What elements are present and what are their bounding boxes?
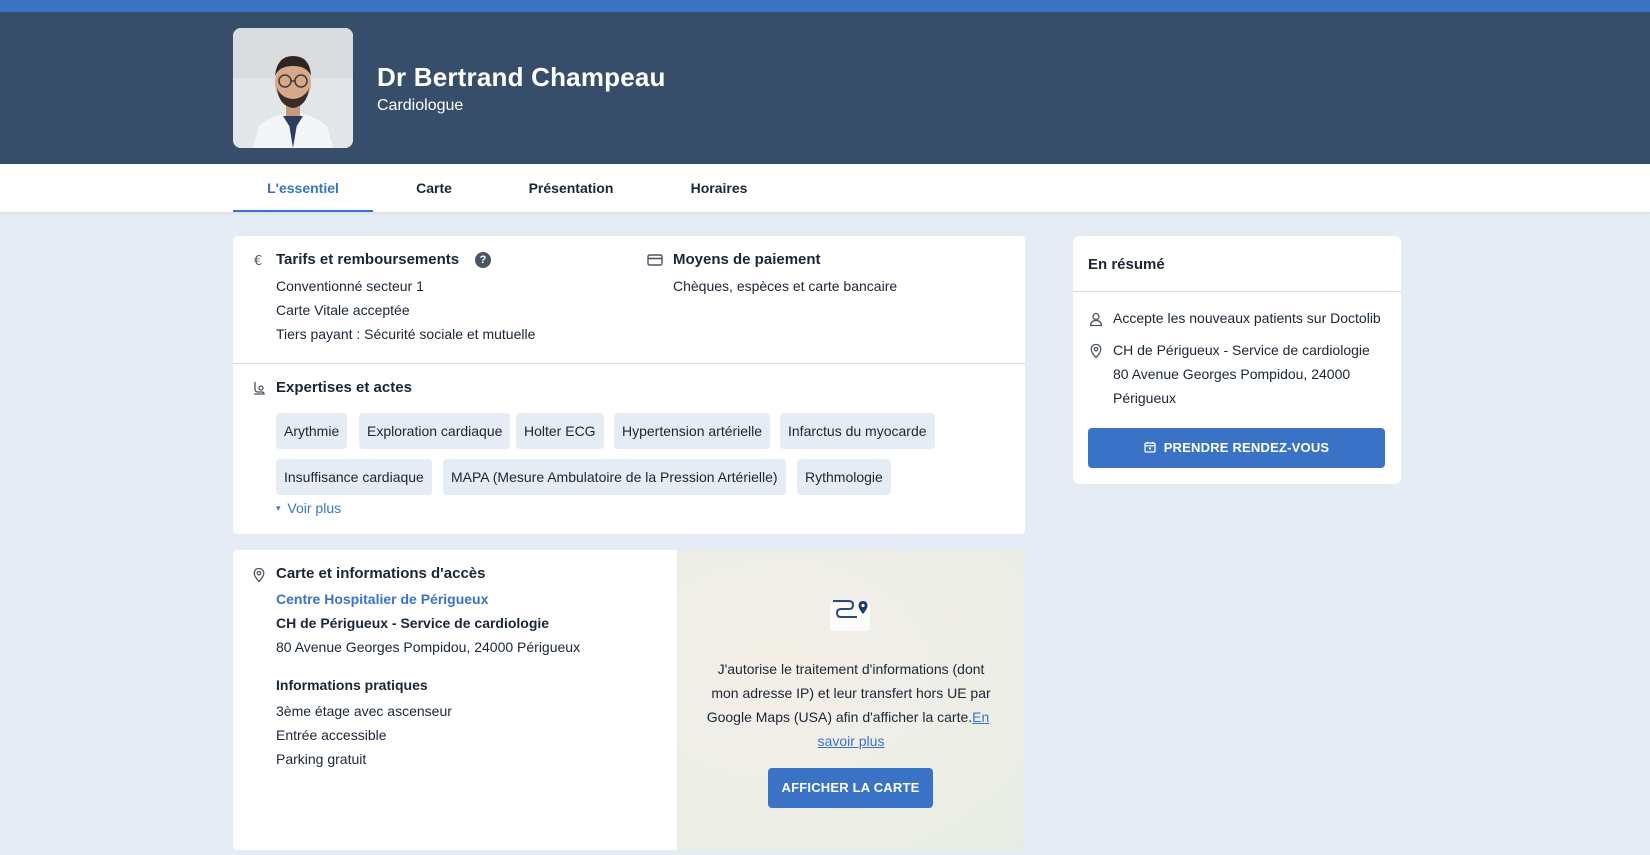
address-text: 80 Avenue Georges Pompidou, 24000 Périgu… — [276, 639, 581, 655]
paiement-title: Moyens de paiement — [673, 251, 821, 268]
expertise-chip: Rythmologie — [797, 459, 891, 495]
practical-info-item: Parking gratuit — [276, 751, 367, 767]
profile-tabs: L'essentiel Carte Présentation Horaires — [0, 164, 1650, 212]
hand-stethoscope-icon — [254, 382, 265, 395]
profile-header: Dr Bertrand Champeau Cardiologue — [0, 12, 1650, 164]
user-icon — [1089, 312, 1103, 327]
map-consent-panel: J'autorise le traitement d'informations … — [677, 550, 1025, 850]
learn-more-link-cont[interactable]: savoir plus — [818, 733, 885, 749]
tab-horaires[interactable]: Horaires — [647, 164, 791, 212]
practical-info-item: 3ème étage avec ascenseur — [276, 703, 452, 719]
location-pin-icon — [253, 567, 265, 583]
expertise-chip: Infarctus du myocarde — [780, 413, 935, 449]
top-accent-stripe — [0, 0, 1650, 12]
doctor-name: Dr Bertrand Champeau — [377, 62, 666, 92]
hospital-link[interactable]: Centre Hospitalier de Périgueux — [276, 591, 488, 607]
practical-info-item: Entrée accessible — [276, 727, 387, 743]
expertise-chip: Hypertension artérielle — [614, 413, 771, 449]
tarif-line: Conventionné secteur 1 — [276, 278, 424, 294]
paiement-text: Chèques, espèces et carte bancaire — [673, 278, 898, 294]
expertise-chip: Insuffisance cardiaque — [276, 459, 432, 495]
map-consent-text: Google Maps (USA) afin d'afficher la car… — [706, 709, 973, 725]
section-divider — [233, 363, 1025, 364]
voir-plus-label: Voir plus — [287, 500, 342, 516]
practical-info-title: Informations pratiques — [276, 677, 428, 693]
summary-card: En résumé Accepte les nouveaux patients … — [1073, 236, 1401, 484]
map-consent-line: mon adresse IP) et leur transfert hors U… — [711, 685, 991, 701]
book-appointment-label: PRENDRE RENDEZ-VOUS — [1163, 440, 1330, 455]
map-consent-line: J'autorise le traitement d'informations … — [717, 661, 985, 677]
tarif-line: Tiers payant : Sécurité sociale et mutue… — [276, 326, 536, 342]
tarifs-title: Tarifs et remboursements — [276, 251, 460, 268]
expertise-chip: Arythmie — [276, 413, 348, 449]
summary-address-line: CH de Périgueux - Service de cardiologie — [1113, 342, 1370, 358]
calendar-icon — [1144, 441, 1156, 453]
credit-card-icon — [647, 254, 663, 266]
learn-more-link[interactable]: En — [972, 709, 989, 725]
chevron-down-icon: ▾ — [276, 503, 281, 513]
tarif-line: Carte Vitale acceptée — [276, 302, 410, 318]
tab-essentiel[interactable]: L'essentiel — [233, 164, 373, 212]
voir-plus-link[interactable]: ▾ Voir plus — [276, 500, 341, 516]
map-consent-line-4: savoir plus — [697, 729, 1005, 753]
summary-address-line: 80 Avenue Georges Pompidou, 24000 — [1113, 366, 1351, 382]
map-route-icon — [830, 600, 870, 631]
summary-address-line: Périgueux — [1113, 390, 1177, 406]
euro-icon: € — [254, 254, 262, 268]
location-pin-icon — [1090, 343, 1102, 359]
map-consent-line-3: Google Maps (USA) afin d'afficher la car… — [691, 705, 1005, 729]
expertises-title: Expertises et actes — [276, 379, 412, 396]
expertise-chip: Exploration cardiaque — [359, 413, 511, 449]
tab-presentation[interactable]: Présentation — [495, 164, 647, 212]
doctor-specialty: Cardiologue — [377, 97, 464, 114]
expertise-chip: Holter ECG — [516, 413, 604, 449]
tab-carte[interactable]: Carte — [373, 164, 495, 212]
access-card: Carte et informations d'accès Centre Hos… — [233, 550, 1025, 850]
essentials-card: € Tarifs et remboursements ? Conventionn… — [233, 236, 1025, 534]
expertise-chip: MAPA (Mesure Ambulatoire de la Pression … — [443, 459, 786, 495]
new-patients-text: Accepte les nouveaux patients sur Doctol… — [1113, 310, 1381, 326]
help-icon[interactable]: ? — [475, 252, 491, 268]
summary-title: En résumé — [1088, 256, 1165, 273]
summary-divider — [1073, 291, 1401, 292]
service-name: CH de Périgueux - Service de cardiologie — [276, 615, 550, 631]
svg-text:€: € — [254, 254, 262, 268]
book-appointment-button[interactable]: PRENDRE RENDEZ-VOUS — [1088, 428, 1385, 468]
show-map-button[interactable]: AFFICHER LA CARTE — [768, 768, 933, 808]
doctor-avatar — [233, 28, 353, 148]
access-title: Carte et informations d'accès — [276, 565, 486, 582]
